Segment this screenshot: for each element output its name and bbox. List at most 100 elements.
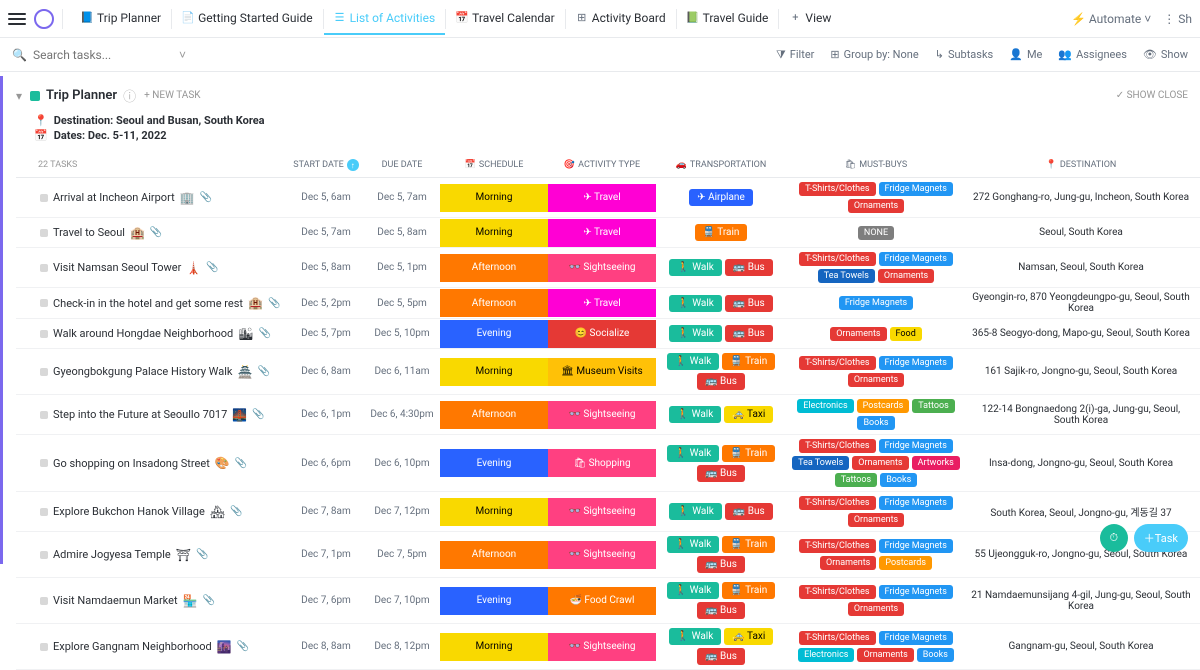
transport-cell[interactable]: 🚶 Walk🚕 Taxi: [656, 402, 786, 427]
due-date[interactable]: Dec 7, 12pm: [364, 502, 440, 521]
activity-cell[interactable]: 🏛 Museum Visits: [548, 358, 656, 386]
start-date[interactable]: Dec 7, 8am: [288, 502, 364, 521]
start-date[interactable]: Dec 8, 8am: [288, 637, 364, 656]
mustbuy-cell[interactable]: T-Shirts/ClothesFridge MagnetsOrnaments: [786, 581, 966, 620]
schedule-cell[interactable]: Morning: [440, 358, 548, 386]
transport-cell[interactable]: 🚶 Walk🚆 Train🚌 Bus: [656, 578, 786, 623]
tab-travel-calendar[interactable]: 📅Travel Calendar: [446, 3, 565, 35]
mustbuy-cell[interactable]: T-Shirts/ClothesFridge MagnetsTea Towels…: [786, 248, 966, 287]
budget-cell[interactable]: $100: [1196, 502, 1200, 521]
due-date[interactable]: Dec 5, 1pm: [364, 258, 440, 277]
start-date[interactable]: Dec 7, 1pm: [288, 545, 364, 564]
share-button[interactable]: ⋮ Sh: [1163, 12, 1192, 26]
budget-cell[interactable]: $400: [1196, 188, 1200, 207]
mustbuy-cell[interactable]: OrnamentsFood: [786, 323, 966, 345]
start-date[interactable]: Dec 5, 6am: [288, 188, 364, 207]
destination-cell[interactable]: Insa-dong, Jongno-gu, Seoul, South Korea: [966, 454, 1196, 473]
task-name[interactable]: Explore Bukchon Hanok Village 🏘📎: [38, 501, 288, 523]
app-logo-icon[interactable]: [34, 9, 54, 29]
start-date[interactable]: Dec 6, 6pm: [288, 454, 364, 473]
schedule-cell[interactable]: Afternoon: [440, 254, 548, 282]
attachment-icon[interactable]: 📎: [206, 262, 218, 273]
table-row[interactable]: Walk around Hongdae Neighborhood 🏙📎 Dec …: [16, 319, 1200, 349]
table-row[interactable]: Admire Jogyesa Temple ⛩📎 Dec 7, 1pm Dec …: [16, 532, 1200, 578]
col-mustbuy[interactable]: 🛍 MUST-BUYS: [786, 160, 966, 170]
attachment-icon[interactable]: 📎: [196, 549, 208, 560]
schedule-cell[interactable]: Morning: [440, 184, 548, 212]
transport-cell[interactable]: 🚶 Walk🚆 Train🚌 Bus: [656, 349, 786, 394]
task-name[interactable]: Step into the Future at Seoullo 7017 🌉📎: [38, 404, 288, 426]
activity-cell[interactable]: 🍜 Food Crawl: [548, 587, 656, 615]
status-icon[interactable]: [40, 508, 48, 516]
schedule-cell[interactable]: Morning: [440, 498, 548, 526]
activity-cell[interactable]: 👓 Sightseeing: [548, 401, 656, 429]
col-dest[interactable]: 📍 DESTINATION: [966, 160, 1196, 170]
due-date[interactable]: Dec 5, 7am: [364, 188, 440, 207]
due-date[interactable]: Dec 6, 10pm: [364, 454, 440, 473]
activity-cell[interactable]: 😊 Socialize: [548, 320, 656, 348]
col-start[interactable]: START DATE ↑: [288, 159, 364, 171]
mustbuy-cell[interactable]: T-Shirts/ClothesFridge MagnetsTea Towels…: [786, 435, 966, 491]
due-date[interactable]: Dec 6, 11am: [364, 362, 440, 381]
automate-button[interactable]: ⚡ Automate ˅: [1071, 12, 1151, 26]
status-icon[interactable]: [40, 330, 48, 338]
schedule-cell[interactable]: Afternoon: [440, 541, 548, 569]
task-name[interactable]: Walk around Hongdae Neighborhood 🏙📎: [38, 323, 288, 345]
budget-cell[interactable]: $50: [1196, 637, 1200, 656]
add-task-fab[interactable]: ＋ Task: [1134, 524, 1188, 552]
menu-icon[interactable]: [8, 10, 26, 28]
new-task-button[interactable]: + NEW TASK: [144, 90, 200, 101]
table-row[interactable]: Step into the Future at Seoullo 7017 🌉📎 …: [16, 395, 1200, 435]
tab-view[interactable]: +View: [779, 3, 841, 35]
activity-cell[interactable]: 👓 Sightseeing: [548, 633, 656, 661]
task-name[interactable]: Admire Jogyesa Temple ⛩📎: [38, 544, 288, 566]
tab-activity-board[interactable]: ⊞Activity Board: [566, 3, 676, 35]
activity-cell[interactable]: ✈ Travel: [548, 219, 656, 247]
destination-cell[interactable]: South Korea, Seoul, Jongno-gu, 계동길 37: [966, 500, 1196, 523]
status-icon[interactable]: [40, 551, 48, 559]
mustbuy-cell[interactable]: T-Shirts/ClothesFridge MagnetsOrnaments: [786, 178, 966, 217]
start-date[interactable]: Dec 5, 8am: [288, 258, 364, 277]
budget-cell[interactable]: $200: [1196, 591, 1200, 610]
attachment-icon[interactable]: 📎: [150, 227, 162, 238]
tab-list-of-activities[interactable]: ☰List of Activities: [324, 3, 446, 35]
transport-cell[interactable]: 🚶 Walk🚕 Taxi🚌 Bus: [656, 624, 786, 669]
table-row[interactable]: Go shopping on Insadong Street 🎨📎 Dec 6,…: [16, 435, 1200, 492]
attachment-icon[interactable]: 📎: [237, 641, 249, 652]
due-date[interactable]: Dec 5, 8am: [364, 223, 440, 242]
destination-cell[interactable]: Seoul, South Korea: [966, 223, 1196, 242]
start-date[interactable]: Dec 5, 2pm: [288, 294, 364, 313]
tab-trip-planner[interactable]: 📘Trip Planner: [71, 3, 171, 35]
groupby-button[interactable]: ⊞ Group by: None: [830, 48, 918, 62]
col-schedule[interactable]: 📅 SCHEDULE: [440, 160, 548, 170]
budget-cell[interactable]: $250: [1196, 294, 1200, 313]
destination-cell[interactable]: 272 Gonghang-ro, Jung-gu, Incheon, South…: [966, 188, 1196, 207]
task-name[interactable]: Visit Namsan Seoul Tower 🗼📎: [38, 257, 288, 279]
attachment-icon[interactable]: 📎: [257, 366, 269, 377]
destination-cell[interactable]: 365-8 Seogyo-dong, Mapo-gu, Seoul, South…: [966, 324, 1196, 343]
start-date[interactable]: Dec 5, 7pm: [288, 324, 364, 343]
collapse-icon[interactable]: ▾: [16, 89, 22, 103]
schedule-cell[interactable]: Morning: [440, 219, 548, 247]
due-date[interactable]: Dec 5, 5pm: [364, 294, 440, 313]
status-icon[interactable]: [40, 597, 48, 605]
timer-fab[interactable]: ⏱: [1100, 524, 1128, 552]
task-name[interactable]: Gyeongbokgung Palace History Walk 🏯📎: [38, 361, 288, 383]
start-date[interactable]: Dec 6, 1pm: [288, 405, 364, 424]
filter-button[interactable]: ⧩ Filter: [776, 48, 814, 62]
table-row[interactable]: Check-in in the hotel and get some rest …: [16, 288, 1200, 319]
mustbuy-cell[interactable]: T-Shirts/ClothesFridge MagnetsOrnamentsP…: [786, 535, 966, 574]
col-transport[interactable]: 🚗 TRANSPORTATION: [656, 160, 786, 170]
search-box[interactable]: 🔍 ˅: [12, 48, 760, 62]
status-icon[interactable]: [40, 229, 48, 237]
schedule-cell[interactable]: Evening: [440, 320, 548, 348]
transport-cell[interactable]: ✈ Airplane: [656, 185, 786, 210]
transport-cell[interactable]: 🚶 Walk🚌 Bus: [656, 499, 786, 524]
task-name[interactable]: Arrival at Incheon Airport 🏢📎: [38, 187, 288, 209]
show-closed-button[interactable]: ✓ SHOW CLOSE: [1116, 90, 1188, 101]
transport-cell[interactable]: 🚶 Walk🚌 Bus: [656, 321, 786, 346]
transport-cell[interactable]: 🚶 Walk🚌 Bus: [656, 255, 786, 280]
attachment-icon[interactable]: 📎: [203, 595, 215, 606]
table-row[interactable]: Visit Namsan Seoul Tower 🗼📎 Dec 5, 8am D…: [16, 248, 1200, 288]
mustbuy-cell[interactable]: T-Shirts/ClothesFridge MagnetsElectronic…: [786, 627, 966, 666]
